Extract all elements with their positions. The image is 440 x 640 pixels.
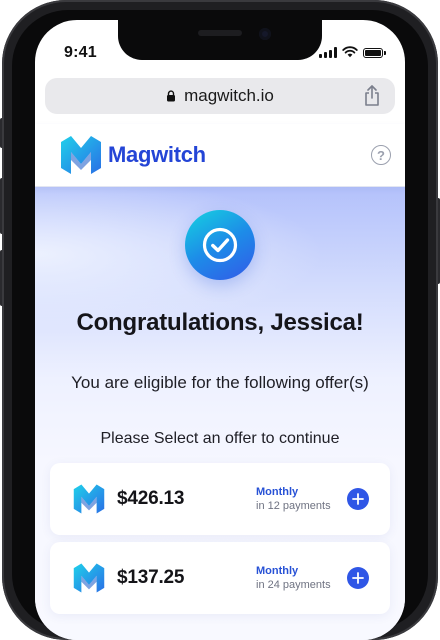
eligibility-text: You are eligible for the following offer… (71, 373, 369, 392)
status-icons (319, 46, 386, 58)
magwitch-logo-icon (61, 136, 101, 174)
front-camera (259, 28, 271, 40)
help-icon[interactable]: ? (371, 145, 391, 165)
offer-frequency: Monthly (256, 565, 299, 577)
offer-amount: $137.25 (117, 567, 185, 588)
lock-icon (167, 90, 176, 102)
address-bar[interactable]: magwitch.io (45, 78, 395, 114)
offer-card[interactable]: $426.13 Monthly in 12 payments (50, 463, 390, 535)
magwitch-logo-icon (73, 563, 105, 593)
battery-icon (363, 48, 386, 58)
success-check-icon (185, 210, 255, 280)
offer-terms: in 12 payments (256, 500, 331, 512)
select-offer-prompt: Please Select an offer to continue (100, 430, 340, 447)
add-offer-plus-icon[interactable] (347, 567, 369, 589)
congratulations-heading: Congratulations, Jessica! (76, 309, 364, 336)
url-text: magwitch.io (184, 86, 274, 105)
status-time: 9:41 (64, 44, 97, 61)
add-offer-plus-icon[interactable] (347, 488, 369, 510)
offer-card[interactable]: $137.25 Monthly in 24 payments (50, 542, 390, 614)
help-symbol: ? (377, 147, 385, 163)
phone-screen: 9:41 magwitch.io Magwitch ? Congratulati… (35, 20, 405, 640)
brand-name: Magwitch (108, 142, 206, 167)
cellular-signal-icon (319, 47, 337, 58)
speaker-grille (198, 30, 242, 36)
offer-terms: in 24 payments (256, 579, 331, 591)
phone-frame: 9:41 magwitch.io Magwitch ? Congratulati… (0, 0, 440, 640)
offer-frequency: Monthly (256, 486, 299, 498)
brand[interactable]: Magwitch (59, 134, 206, 176)
app-header: Magwitch ? (35, 124, 405, 187)
magwitch-logo-icon (73, 484, 105, 514)
offer-amount: $426.13 (117, 488, 185, 509)
main-content: Congratulations, Jessica! You are eligib… (35, 186, 405, 640)
notch (118, 20, 322, 60)
share-icon[interactable] (363, 85, 381, 107)
wifi-icon (342, 46, 358, 58)
